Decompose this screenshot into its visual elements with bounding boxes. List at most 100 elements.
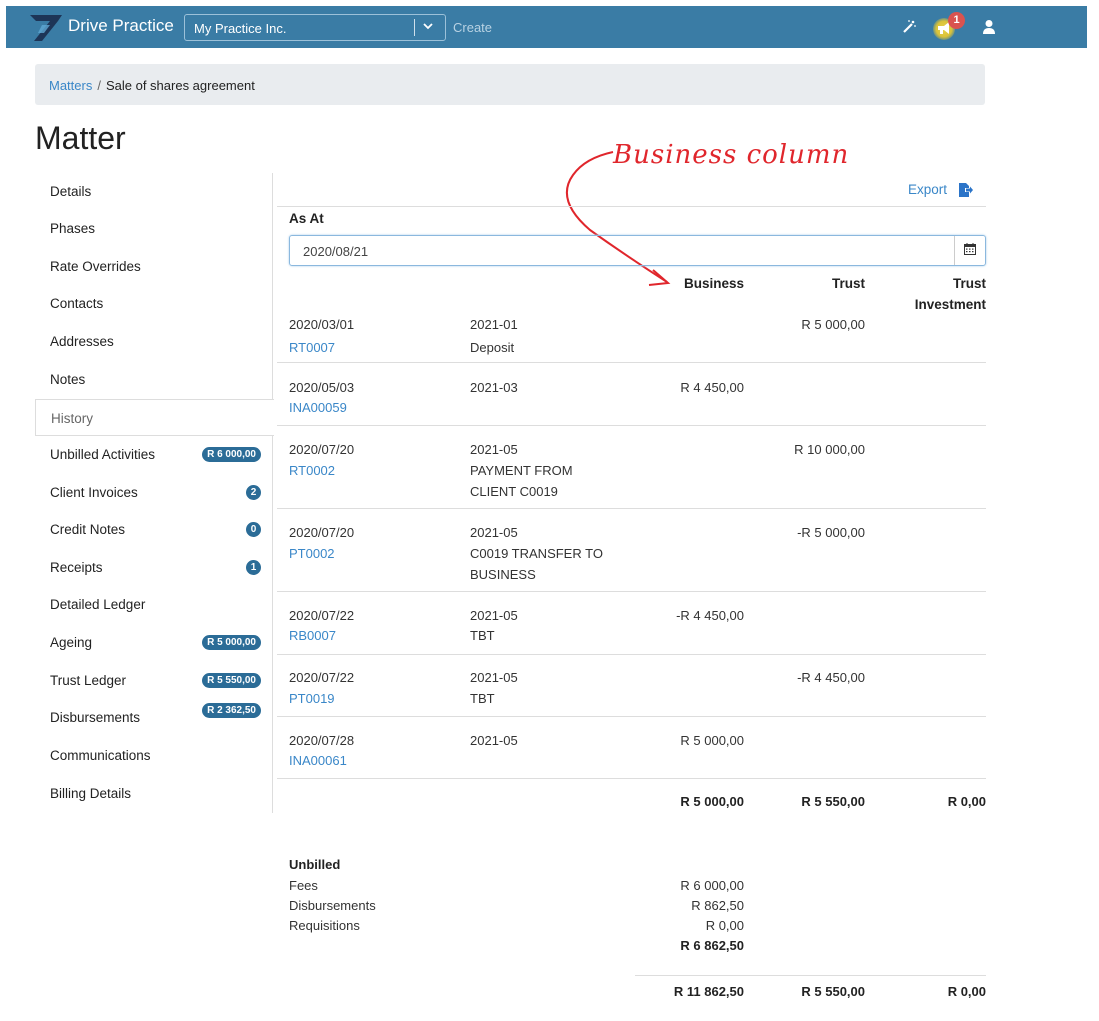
total-trust: R 5 550,00	[801, 794, 865, 809]
chevron-down-icon[interactable]	[422, 19, 434, 36]
unbilled-title: Unbilled	[289, 857, 341, 872]
disbursements-badge: R 2 362,50	[202, 703, 261, 718]
sidebar-item-label: Detailed Ledger	[50, 597, 146, 612]
sidebar-item-disbursements[interactable]: Disbursements R 2 362,50	[35, 699, 273, 736]
row-trust-amount: -R 4 450,00	[797, 670, 865, 685]
row-business-amount: R 5 000,00	[680, 733, 744, 748]
sidebar-item-client-invoices[interactable]: Client Invoices 2	[35, 474, 273, 511]
row-business-amount: -R 4 450,00	[676, 608, 744, 623]
organization-select[interactable]: My Practice Inc.	[184, 14, 446, 41]
row-ref-link[interactable]: PT0019	[289, 689, 335, 709]
sidebar-item-label: History	[51, 411, 94, 426]
row-business-amount: R 4 450,00	[680, 380, 744, 395]
row-date: 2020/07/22	[289, 608, 355, 623]
calendar-icon[interactable]	[954, 236, 985, 265]
row-period: 2021-03	[470, 380, 518, 395]
row-period: 2021-05	[470, 733, 518, 748]
row-date: 2020/07/20	[289, 525, 355, 540]
sidebar-item-trust-ledger[interactable]: Trust Ledger R 5 550,00	[35, 662, 273, 699]
sidebar-item-label: Details	[50, 184, 92, 199]
select-divider	[414, 19, 415, 36]
unbilled-total: R 6 862,50	[680, 938, 744, 953]
sidebar-item-history[interactable]: History	[35, 399, 274, 436]
export-icon[interactable]	[957, 182, 973, 198]
unbilled-disbursements-label: Disbursements	[289, 898, 376, 913]
row-description: PAYMENT FROM	[470, 463, 573, 478]
unbilled-fees-label: Fees	[289, 878, 318, 893]
sidebar-item-communications[interactable]: Communications	[35, 737, 273, 774]
sidebar-item-label: Rate Overrides	[50, 259, 141, 274]
drive-practice-logo-icon[interactable]	[28, 12, 64, 42]
row-description: BUSINESS	[470, 567, 536, 582]
breadcrumb: Matters / Sale of shares agreement	[35, 64, 985, 105]
column-header-trust-investment-line1: Trust	[952, 276, 986, 291]
row-divider	[277, 716, 986, 717]
unbilled-requisitions-label: Requisitions	[289, 918, 360, 933]
client-invoices-badge: 2	[246, 485, 261, 500]
sidebar-item-unbilled-activities[interactable]: Unbilled Activities R 6 000,00	[35, 436, 273, 473]
create-menu[interactable]: Create	[453, 20, 492, 35]
user-icon[interactable]	[982, 19, 996, 39]
sidebar-item-label: Billing Details	[50, 786, 132, 801]
annotation-arrow-icon	[565, 151, 671, 286]
sidebar-item-label: Disbursements	[50, 710, 141, 725]
row-date: 2020/05/03	[289, 380, 355, 395]
breadcrumb-current: Sale of shares agreement	[105, 78, 255, 93]
export-button[interactable]: Export	[908, 182, 947, 197]
column-header-business: Business	[683, 276, 744, 291]
sidebar-item-rate-overrides[interactable]: Rate Overrides	[35, 248, 273, 285]
row-description: CLIENT C0019	[470, 484, 558, 499]
sidebar-item-label: Phases	[50, 221, 96, 236]
row-period: 2021-05	[470, 670, 518, 685]
row-date: 2020/07/22	[289, 670, 355, 685]
row-ref-link[interactable]: INA00059	[289, 398, 347, 418]
row-date: 2020/03/01	[289, 317, 355, 332]
row-description: TBT	[470, 628, 495, 643]
unbilled-activities-badge: R 6 000,00	[202, 447, 261, 462]
sidebar-item-label: Addresses	[50, 334, 114, 349]
row-period: 2021-05	[470, 608, 518, 623]
row-ref-link[interactable]: RB0007	[289, 626, 336, 646]
column-header-trust-investment-line2: Investment	[914, 297, 986, 312]
ageing-badge: R 5 000,00	[202, 635, 261, 650]
sidebar-item-credit-notes[interactable]: Credit Notes 0	[35, 511, 273, 548]
sidebar-item-label: Communications	[50, 748, 151, 763]
row-ref-link[interactable]: INA00061	[289, 751, 347, 771]
as-at-date-input[interactable]: 2020/08/21	[289, 235, 986, 266]
grand-total-business: R 11 862,50	[673, 984, 744, 999]
sidebar-item-details[interactable]: Details	[35, 173, 273, 210]
sidebar-item-notes[interactable]: Notes	[35, 361, 273, 398]
sidebar-item-addresses[interactable]: Addresses	[35, 323, 273, 360]
top-navbar: Drive Practice My Practice Inc. Create 1	[6, 6, 1087, 48]
breadcrumb-separator: /	[97, 78, 101, 93]
total-business: R 5 000,00	[680, 794, 744, 809]
row-divider	[277, 508, 986, 509]
trust-ledger-badge: R 5 550,00	[202, 673, 261, 688]
sidebar-item-label: Notes	[50, 372, 86, 387]
grand-total-divider	[635, 975, 986, 976]
sidebar-item-label: Trust Ledger	[50, 673, 127, 688]
divider	[277, 206, 986, 207]
as-at-label: As At	[289, 211, 324, 226]
row-divider	[277, 778, 986, 779]
magic-wand-icon[interactable]	[901, 19, 917, 39]
sidebar-item-contacts[interactable]: Contacts	[35, 285, 273, 322]
breadcrumb-link-matters[interactable]: Matters	[49, 78, 92, 93]
sidebar-item-label: Ageing	[50, 635, 93, 650]
sidebar-item-label: Client Invoices	[50, 485, 138, 500]
brand-name[interactable]: Drive Practice	[68, 16, 174, 36]
row-ref-link[interactable]: RT0002	[289, 461, 335, 481]
sidebar-item-detailed-ledger[interactable]: Detailed Ledger	[35, 586, 273, 623]
row-trust-amount: R 10 000,00	[794, 442, 865, 457]
row-ref-link[interactable]: RT0007	[289, 338, 335, 358]
row-ref-link[interactable]: PT0002	[289, 544, 335, 564]
row-divider	[277, 591, 986, 592]
sidebar-item-phases[interactable]: Phases	[35, 210, 273, 247]
sidebar-item-label: Unbilled Activities	[50, 447, 156, 462]
sidebar-item-billing-details[interactable]: Billing Details	[35, 775, 273, 812]
column-header-trust: Trust	[831, 276, 865, 291]
unbilled-fees-value: R 6 000,00	[680, 878, 744, 893]
sidebar-item-ageing[interactable]: Ageing R 5 000,00	[35, 624, 273, 661]
sidebar-item-receipts[interactable]: Receipts 1	[35, 549, 273, 586]
sidebar-item-label: Credit Notes	[50, 522, 126, 537]
